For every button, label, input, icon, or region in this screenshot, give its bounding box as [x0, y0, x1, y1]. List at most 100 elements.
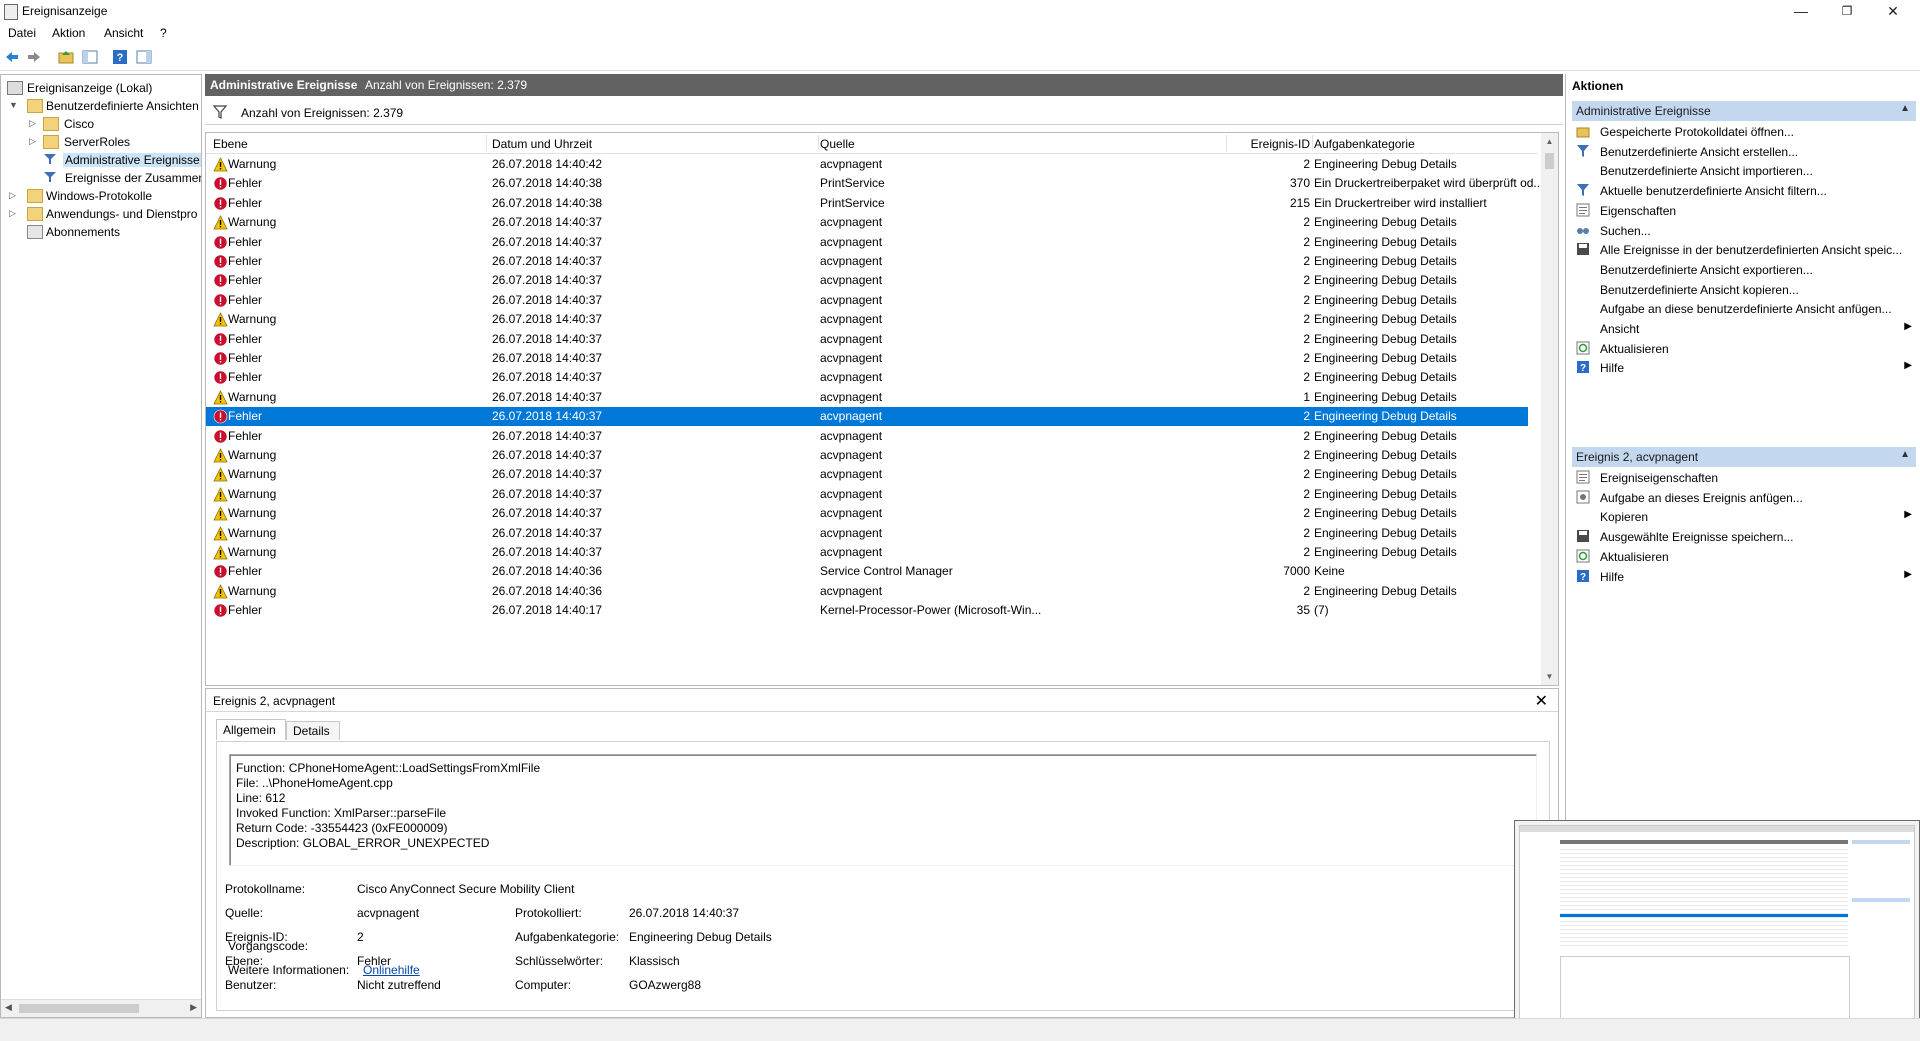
table-row[interactable]: Fehler 26.07.2018 14:40:37 acvpnagent 2 Engi… [206, 330, 1528, 349]
column-header-task-category[interactable]: Aufgabenkategorie [1314, 137, 1415, 151]
show-hide-tree-icon[interactable] [82, 49, 98, 65]
action-item[interactable]: Eigenschaften [1572, 200, 1916, 222]
table-row[interactable]: Fehler 26.07.2018 14:40:37 acvpnagent 2 Engi… [206, 407, 1528, 427]
table-row[interactable]: Warnung 26.07.2018 14:40:37 acvpnagent 2 Eng… [206, 446, 1528, 465]
menu-datei[interactable]: Datei [8, 26, 36, 40]
collapse-icon[interactable]: ▲ [1900, 449, 1910, 460]
window-thumbnail-preview[interactable] [1514, 820, 1920, 1040]
table-row[interactable]: Warnung 26.07.2018 14:40:37 acvpnagent 2 Eng… [206, 543, 1528, 562]
menu-ansicht[interactable]: Ansicht [104, 26, 143, 40]
table-row[interactable]: Warnung 26.07.2018 14:40:37 acvpnagent 2 Eng… [206, 465, 1528, 484]
expand-icon[interactable]: ▷ [29, 136, 39, 147]
grid-vertical-scrollbar[interactable]: ▲ ▼ [1541, 133, 1558, 685]
scroll-left-icon[interactable]: ◀ [5, 1002, 12, 1013]
tab-details[interactable]: Details [286, 721, 340, 740]
action-item[interactable]: Aktualisieren [1572, 338, 1916, 360]
table-row[interactable]: Fehler 26.07.2018 14:40:37 acvpnagent 2 Engi… [206, 368, 1528, 387]
menu-help[interactable]: ? [160, 26, 167, 40]
action-item[interactable]: Ereigniseigenschaften [1572, 467, 1916, 489]
table-row[interactable]: Fehler 26.07.2018 14:40:37 acvpnagent 2 Engi… [206, 271, 1528, 290]
action-label: Gespeicherte Protokolldatei öffnen... [1600, 125, 1794, 139]
action-item[interactable]: Alle Ereignisse in der benutzerdefiniert… [1572, 239, 1916, 261]
actions-section-event[interactable]: Ereignis 2, acvpnagent ▲ [1572, 446, 1916, 467]
actions-section-admin-events[interactable]: Administrative Ereignisse ▲ [1572, 100, 1916, 121]
cell-event-id: 2 [1303, 331, 1310, 346]
table-row[interactable]: Warnung 26.07.2018 14:40:37 acvpnagent 2 Eng… [206, 524, 1528, 543]
forward-icon[interactable] [26, 49, 42, 65]
cell-source: acvpnagent [820, 583, 883, 598]
action-item[interactable]: Gespeicherte Protokolldatei öffnen... [1572, 121, 1916, 143]
tree-item-windows-logs[interactable]: ▷ Windows-Protokolle [1, 187, 201, 205]
tree-item-serverroles[interactable]: ▷ ServerRoles [1, 133, 201, 151]
table-row[interactable]: Warnung 26.07.2018 14:40:37 acvpnagent 2 Eng… [206, 485, 1528, 504]
scroll-thumb[interactable] [19, 1004, 139, 1013]
tab-general[interactable]: Allgemein [216, 719, 286, 740]
action-item[interactable]: ? Hilfe ▶ [1572, 357, 1916, 379]
scroll-down-icon[interactable]: ▼ [1544, 672, 1555, 681]
scroll-up-icon[interactable]: ▲ [1544, 137, 1555, 146]
table-row[interactable]: Fehler 26.07.2018 14:40:37 acvpnagent 2 Engi… [206, 349, 1528, 368]
detail-close-icon[interactable]: ✕ [1535, 691, 1548, 711]
table-row[interactable]: Warnung 26.07.2018 14:40:42 acvpnagent 2 Eng… [206, 155, 1528, 174]
maximize-button[interactable]: ❐ [1824, 0, 1870, 22]
table-row[interactable]: Fehler 26.07.2018 14:40:38 PrintService 370… [206, 174, 1543, 193]
action-item[interactable]: Benutzerdefinierte Ansicht kopieren... [1572, 279, 1916, 301]
show-hide-action-pane-icon[interactable] [136, 49, 152, 65]
action-item[interactable]: Aufgabe an dieses Ereignis anfügen... [1572, 487, 1916, 509]
tree-item-cisco[interactable]: ▷ Cisco [1, 115, 201, 133]
scroll-thumb[interactable] [1545, 153, 1554, 169]
tree-horizontal-scrollbar[interactable]: ◀ ▶ [1, 999, 201, 1017]
menu-aktion[interactable]: Aktion [52, 26, 85, 40]
tree-item-app-logs[interactable]: ▷ Anwendungs- und Dienstpro [1, 205, 201, 223]
table-row[interactable]: Warnung 26.07.2018 14:40:37 acvpnagent 1 Eng… [206, 388, 1528, 407]
close-button[interactable]: ✕ [1870, 0, 1916, 22]
table-row[interactable]: Warnung 26.07.2018 14:40:37 acvpnagent 2 Eng… [206, 310, 1528, 329]
table-row[interactable]: Warnung 26.07.2018 14:40:37 acvpnagent 2 Eng… [206, 213, 1528, 232]
column-header-source[interactable]: Quelle [820, 137, 855, 151]
column-header-event-id[interactable]: Ereignis-ID [1228, 137, 1310, 151]
collapse-icon[interactable]: ▼ [9, 100, 19, 110]
table-row[interactable]: Warnung 26.07.2018 14:40:36 acvpnagent 2 Eng… [206, 582, 1528, 601]
table-row[interactable]: Fehler 26.07.2018 14:40:37 acvpnagent 2 Engi… [206, 291, 1528, 310]
action-item[interactable]: Ausgewählte Ereignisse speichern... [1572, 526, 1916, 548]
expand-icon[interactable]: ▷ [9, 190, 19, 201]
table-row[interactable]: Fehler 26.07.2018 14:40:37 acvpnagent 2 Engi… [206, 233, 1528, 252]
table-row[interactable]: Fehler 26.07.2018 14:40:17 Kernel-Processo… [206, 601, 1528, 620]
action-item[interactable]: Aktualisieren [1572, 546, 1916, 568]
action-item[interactable]: Kopieren ▶ [1572, 506, 1916, 528]
back-icon[interactable] [4, 49, 20, 65]
column-header-level[interactable]: Ebene [213, 137, 248, 151]
action-item[interactable]: Suchen... [1572, 220, 1916, 242]
tree-item-admin-events[interactable]: Administrative Ereignisse [1, 151, 201, 169]
expand-icon[interactable]: ▷ [29, 118, 39, 129]
online-help-link[interactable]: Onlinehilfe [363, 963, 420, 977]
tree-item-summary-events[interactable]: Ereignisse der Zusammen [1, 169, 201, 187]
action-item[interactable]: Aktuelle benutzerdefinierte Ansicht filt… [1572, 180, 1916, 202]
tree-label: Anwendungs- und Dienstpro [46, 207, 198, 221]
minimize-button[interactable]: — [1778, 0, 1824, 22]
action-item[interactable]: Aufgabe an diese benutzerdefinierte Ansi… [1572, 298, 1916, 320]
action-item[interactable]: ? Hilfe ▶ [1572, 566, 1916, 588]
cell-level: Warnung [228, 448, 277, 462]
help-icon[interactable]: ? [112, 49, 128, 65]
expand-icon[interactable]: ▷ [9, 208, 19, 219]
cell-source: acvpnagent [820, 389, 883, 404]
action-item[interactable]: Benutzerdefinierte Ansicht importieren..… [1572, 160, 1916, 182]
scroll-right-icon[interactable]: ▶ [190, 1002, 197, 1013]
column-header-datetime[interactable]: Datum und Uhrzeit [492, 137, 592, 151]
folder-up-icon[interactable] [58, 49, 74, 65]
table-row[interactable]: Fehler 26.07.2018 14:40:37 acvpnagent 2 Engi… [206, 427, 1528, 446]
table-row[interactable]: Fehler 26.07.2018 14:40:37 acvpnagent 2 Engi… [206, 252, 1528, 271]
action-item[interactable]: Ansicht ▶ [1572, 318, 1916, 340]
tree-item-root[interactable]: Ereignisanzeige (Lokal) [1, 79, 201, 97]
event-message[interactable]: Function: CPhoneHomeAgent::LoadSettingsF… [229, 754, 1537, 866]
table-row[interactable]: Warnung 26.07.2018 14:40:37 acvpnagent 2 Eng… [206, 504, 1528, 523]
save-icon [1577, 530, 1589, 543]
tree-item-subscriptions[interactable]: Abonnements [1, 223, 201, 241]
table-row[interactable]: Fehler 26.07.2018 14:40:36 Service Control… [206, 562, 1528, 581]
tree-item-custom-views[interactable]: ▼ Benutzerdefinierte Ansichten [1, 97, 201, 115]
action-item[interactable]: Benutzerdefinierte Ansicht exportieren..… [1572, 259, 1916, 281]
table-row[interactable]: Fehler 26.07.2018 14:40:38 PrintService 215… [206, 194, 1528, 213]
action-item[interactable]: Benutzerdefinierte Ansicht erstellen... [1572, 141, 1916, 163]
collapse-icon[interactable]: ▲ [1900, 103, 1910, 114]
